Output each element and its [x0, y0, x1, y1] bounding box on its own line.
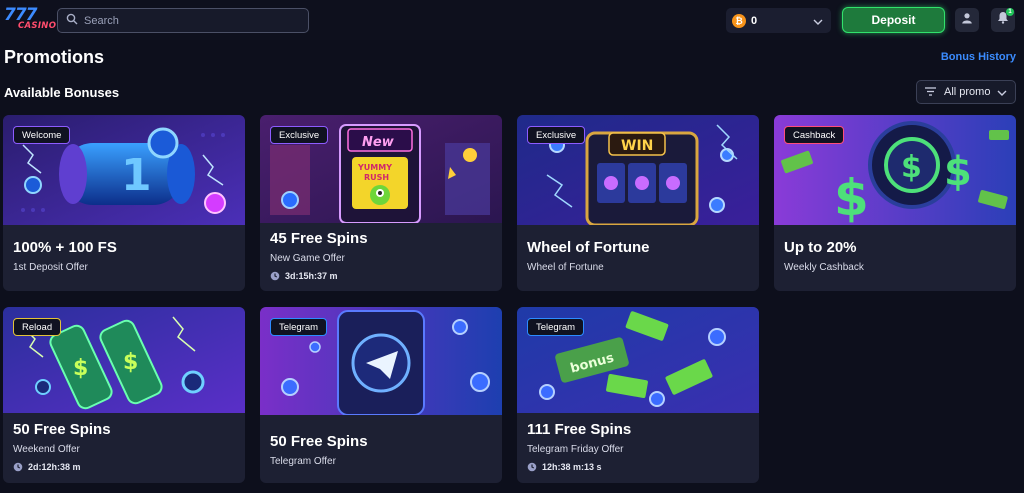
- promo-card-reload[interactable]: $ $ Reload 50 Free Spins Weekend Offer 2…: [3, 307, 245, 483]
- promo-subtitle: Weekly Cashback: [784, 262, 864, 273]
- chevron-down-icon: [997, 83, 1007, 101]
- clock-icon: [13, 462, 23, 472]
- notification-badge: 1: [1006, 8, 1014, 16]
- section-title: Available Bonuses: [4, 85, 120, 100]
- promo-tag: Telegram: [527, 318, 585, 336]
- user-icon: [961, 11, 973, 29]
- promo-subtitle: New Game Offer: [270, 253, 345, 264]
- clock-icon: [527, 462, 537, 472]
- filter-label: All promo: [944, 86, 991, 98]
- promo-subtitle: Weekend Offer: [13, 444, 80, 455]
- promo-tag: Reload: [13, 318, 62, 336]
- promo-subtitle: Telegram Offer: [270, 456, 336, 467]
- promo-timer-text: 3d:15h:37 m: [285, 271, 338, 281]
- promo-tag: Welcome: [13, 126, 71, 144]
- promo-timer: 12h:38 m:13 s: [527, 462, 631, 472]
- win-text: WIN: [621, 138, 653, 154]
- promo-subtitle: 1st Deposit Offer: [13, 262, 88, 273]
- svg-text:$: $: [901, 150, 922, 185]
- promo-title: 50 Free Spins: [270, 433, 368, 450]
- svg-text:$: $: [834, 169, 869, 225]
- promo-timer: 3d:15h:37 m: [270, 271, 368, 281]
- bitcoin-icon: ₿: [732, 13, 746, 28]
- promo-tag: Exclusive: [270, 126, 329, 144]
- promo-tag: Exclusive: [527, 126, 586, 144]
- rush-text: RUSH: [364, 173, 389, 182]
- promo-card-new-game[interactable]: New YUMMY RUSH Exclusive 45 Free Spins N…: [260, 115, 502, 291]
- promo-subtitle: Telegram Friday Offer: [527, 444, 624, 455]
- new-sign-text: New: [362, 135, 395, 150]
- logo-text: CASINO: [18, 21, 57, 31]
- promo-timer-text: 2d:12h:38 m: [28, 462, 81, 472]
- profile-button[interactable]: [955, 8, 979, 32]
- promo-title: Up to 20%: [784, 239, 857, 256]
- svg-text:$: $: [123, 350, 138, 375]
- svg-text:$: $: [73, 356, 88, 381]
- promo-timer: 2d:12h:38 m: [13, 462, 111, 472]
- promo-card-telegram-friday[interactable]: bonus Telegram 111 Free Spins Telegram F…: [517, 307, 759, 483]
- promo-title: 45 Free Spins: [270, 230, 368, 247]
- wallet-balance: 0: [751, 14, 758, 27]
- promo-card-cashback[interactable]: $ $ $ Cashback Up to 20% Weekly Cashback: [774, 115, 1016, 291]
- promo-title: 111 Free Spins: [527, 421, 632, 438]
- deposit-button[interactable]: Deposit: [842, 7, 945, 33]
- promo-filter-dropdown[interactable]: All promo: [916, 80, 1016, 104]
- page-title: Promotions: [4, 47, 105, 67]
- clock-icon: [270, 271, 280, 281]
- top-bar: 777 CASINO ₿ 0 Deposit 1: [0, 0, 1024, 40]
- search-input[interactable]: [84, 14, 294, 27]
- promo-card-welcome[interactable]: 1 Welcome 100% + 100 FS 1st Deposit Offe…: [3, 115, 245, 291]
- promo-card-wheel-of-fortune[interactable]: WIN Exclusive Wheel of Fortune Wheel of …: [517, 115, 759, 291]
- chevron-down-icon: [813, 12, 823, 30]
- notifications-button[interactable]: 1: [991, 8, 1015, 32]
- promo-tag: Telegram: [270, 318, 328, 336]
- promo-title: 100% + 100 FS: [13, 239, 117, 256]
- bonus-history-link[interactable]: Bonus History: [941, 51, 1016, 63]
- wallet-selector[interactable]: ₿ 0: [726, 8, 831, 33]
- yummy-text: YUMMY: [357, 163, 392, 172]
- promo-title: Wheel of Fortune: [527, 239, 650, 256]
- search-box[interactable]: [57, 8, 309, 33]
- promo-subtitle: Wheel of Fortune: [527, 262, 604, 273]
- svg-text:$: $: [944, 149, 972, 195]
- promo-timer-text: 12h:38 m:13 s: [542, 462, 602, 472]
- promo-title: 50 Free Spins: [13, 421, 111, 438]
- promo-card-telegram[interactable]: Telegram 50 Free Spins Telegram Offer: [260, 307, 502, 483]
- search-icon: [66, 12, 78, 30]
- casino-logo[interactable]: 777 CASINO: [4, 5, 56, 33]
- svg-text:1: 1: [121, 150, 152, 201]
- promo-tag: Cashback: [784, 126, 845, 144]
- filter-icon: [925, 83, 936, 101]
